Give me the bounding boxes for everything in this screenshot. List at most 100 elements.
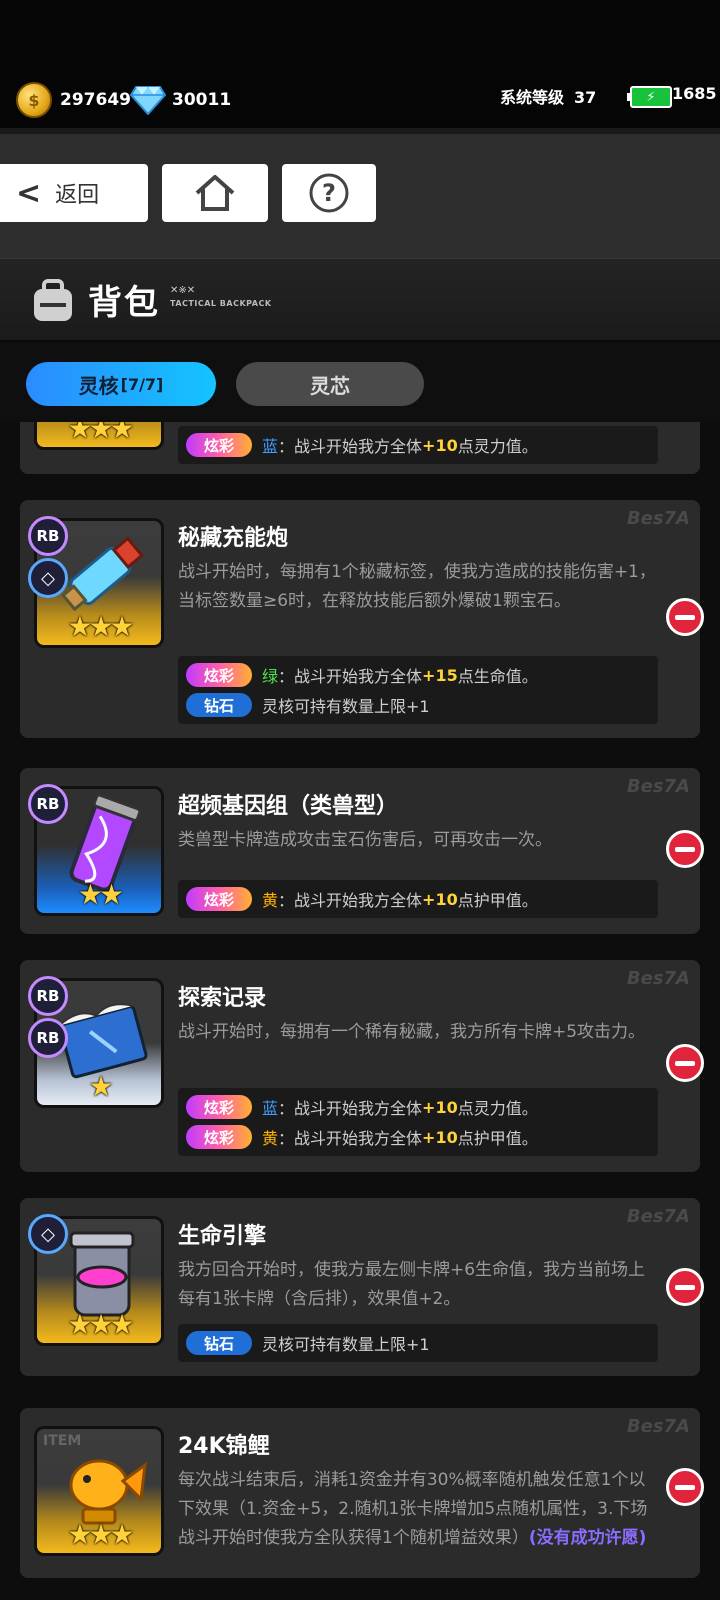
diamond-icon [130,86,166,115]
system-level-value: 37 [574,88,597,107]
remove-button[interactable] [666,598,704,636]
coin-value: 297649 [60,90,131,110]
watermark-logo: Bes7A [626,508,690,529]
list-item: Bes7A ITEM ★★★ 24K锦鲤 每次战斗结束后，消耗1资金并有30%概… [20,1408,704,1578]
effect-value: +10 [422,1127,458,1147]
page-subtitle: TACTICAL BACKPACK [170,299,272,308]
remove-button[interactable] [666,830,704,868]
effect-color: 黄 [262,1129,279,1148]
rb-badge-icon: RB [28,1018,68,1058]
nav-bar: < 返回 ? [0,128,720,258]
energy-icon: ⚡ [627,86,672,108]
item-effects: 炫彩 绿 ：战斗开始我方全体 +15 点生命值。 钻石 灵核可持有数量上限+1 [178,656,658,724]
page-title: 背包 [88,283,160,323]
watermark-logo: Bes7A [626,776,690,797]
backpack-icon [34,279,72,321]
effect-color: 黄 [262,891,279,910]
item-stars: ★ [88,1070,113,1103]
rb-badge-icon: RB [28,784,68,824]
effect-text: 灵核可持有数量上限+1 [262,1335,430,1354]
remove-button[interactable] [666,1044,704,1082]
item-description: 战斗开始时，每拥有1个秘藏标签，使我方造成的技能伤害+1，当标签数量≥6时，在释… [178,562,656,611]
home-button[interactable] [162,164,268,222]
effect-value: +10 [422,889,458,909]
item-description: 每次战斗结束后，消耗1资金并有30%概率随机触发任意1个以下效果（1.资金+5，… [178,1466,660,1553]
item-effects: 钻石 灵核可持有数量上限+1 [178,1324,658,1362]
effect-color: 蓝 [262,437,279,456]
tab-chip-label: 灵芯 [310,373,350,398]
item-effects: 炫彩 蓝 ：战斗开始我方全体 +10 点灵力值。 [178,426,658,464]
rainbow-tag: 炫彩 [186,1095,252,1119]
effect-row: 钻石 灵核可持有数量上限+1 [186,690,650,720]
effect-value: +10 [422,435,458,455]
title-decoration: ✕※✕ [170,285,196,296]
effect-text: 点生命值。 [457,667,538,686]
effect-color: 蓝 [262,1099,279,1118]
home-icon [195,175,235,211]
effect-color: 绿 [262,667,279,686]
tab-core-label: 灵核 [78,373,119,398]
rainbow-tag: 炫彩 [186,887,252,911]
top-status-bar: $ 297649 30011 系统等级 37 ⚡ 1685 [0,0,720,128]
watermark-logo: Bes7A [626,968,690,989]
item-thumbnail: ★★★ [34,422,164,450]
item-effects: 炫彩 黄 ：战斗开始我方全体 +10 点护甲值。 [178,880,658,918]
rainbow-tag: 炫彩 [186,433,252,457]
rainbow-tag: 炫彩 [186,663,252,687]
item-description: 战斗开始时，每拥有一个稀有秘藏，我方所有卡牌+5攻击力。 [178,1022,646,1042]
list-item: Bes7A ★★★ ◇ 生命引擎 我方回合开始时，使我方最左侧卡牌+6生命值，我… [20,1198,704,1376]
rb-badge-icon: RB [28,976,68,1016]
item-stars: ★★★ [67,610,134,643]
item-stars: ★★ [77,878,124,911]
rainbow-tag: 炫彩 [186,1125,252,1149]
help-button[interactable]: ? [282,164,376,222]
effect-text: ：战斗开始我方全体 [278,437,423,456]
diamond-tag: 钻石 [186,693,252,717]
effect-text: ：战斗开始我方全体 [278,891,423,910]
list-item: Bes7A ★★★ RB ◇ 秘藏充能炮 战斗开始时，每拥有1个秘藏标签，使我方… [20,500,704,738]
effect-row: 炫彩 黄 ：战斗开始我方全体 +10 点护甲值。 [186,1122,650,1152]
rb-badge-icon: RB [28,516,68,556]
effect-text: ：战斗开始我方全体 [278,1129,423,1148]
diamond-badge-icon: ◇ [28,558,68,598]
tab-core[interactable]: 灵核 [7/7] [26,362,216,406]
item-label: ITEM [43,1433,82,1449]
tab-bar: 灵核 [7/7] 灵芯 [0,342,720,422]
back-button[interactable]: < 返回 [0,164,148,222]
effect-text: ：战斗开始我方全体 [278,667,423,686]
diamond-badge-icon: ◇ [28,1214,68,1254]
list-item: Bes7A ★★ RB 超频基因组（类兽型） 类兽型卡牌造成攻击宝石伤害后，可再… [20,768,704,934]
item-stars: ★★★ [67,422,134,445]
effect-value: +10 [422,1097,458,1117]
energy-value: 1685 [672,84,717,103]
item-stars: ★★★ [67,1518,134,1551]
item-name: 探索记录 [178,986,267,1011]
back-arrow-icon: < [16,175,42,211]
question-icon: ? [309,173,349,213]
list-item: ★★★ 炫彩 蓝 ：战斗开始我方全体 +10 点灵力值。 [20,422,700,474]
item-list[interactable]: ★★★ 炫彩 蓝 ：战斗开始我方全体 +10 点灵力值。 Bes7A ★★★ R… [0,422,720,1600]
system-level: 系统等级 37 [500,84,596,108]
item-description: 我方回合开始时，使我方最左侧卡牌+6生命值，我方当前场上每有1张卡牌（含后排），… [178,1260,646,1309]
effect-value: +15 [422,665,458,685]
page-header: 背包 ✕※✕ TACTICAL BACKPACK [0,258,720,342]
tab-core-count: [7/7] [120,374,164,394]
remove-button[interactable] [666,1468,704,1506]
effect-row: 炫彩 黄 ：战斗开始我方全体 +10 点护甲值。 [186,884,650,914]
back-label: 返回 [55,183,100,208]
item-thumbnail: ITEM ★★★ [34,1426,164,1556]
gem-value: 30011 [172,90,232,110]
effect-text: ：战斗开始我方全体 [278,1099,423,1118]
coin-icon: $ [16,82,52,118]
effect-row: 炫彩 绿 ：战斗开始我方全体 +15 点生命值。 [186,660,650,690]
item-name: 生命引擎 [178,1224,267,1249]
effect-text: 点护甲值。 [457,1129,538,1148]
tab-chip[interactable]: 灵芯 [236,362,424,406]
watermark-logo: Bes7A [626,1206,690,1227]
item-name: 秘藏充能炮 [178,526,289,551]
svg-text:?: ? [322,179,336,207]
remove-button[interactable] [666,1268,704,1306]
system-level-label: 系统等级 [500,88,565,107]
item-stars: ★★★ [67,1308,134,1341]
item-description: 类兽型卡牌造成攻击宝石伤害后，可再攻击一次。 [178,830,552,850]
